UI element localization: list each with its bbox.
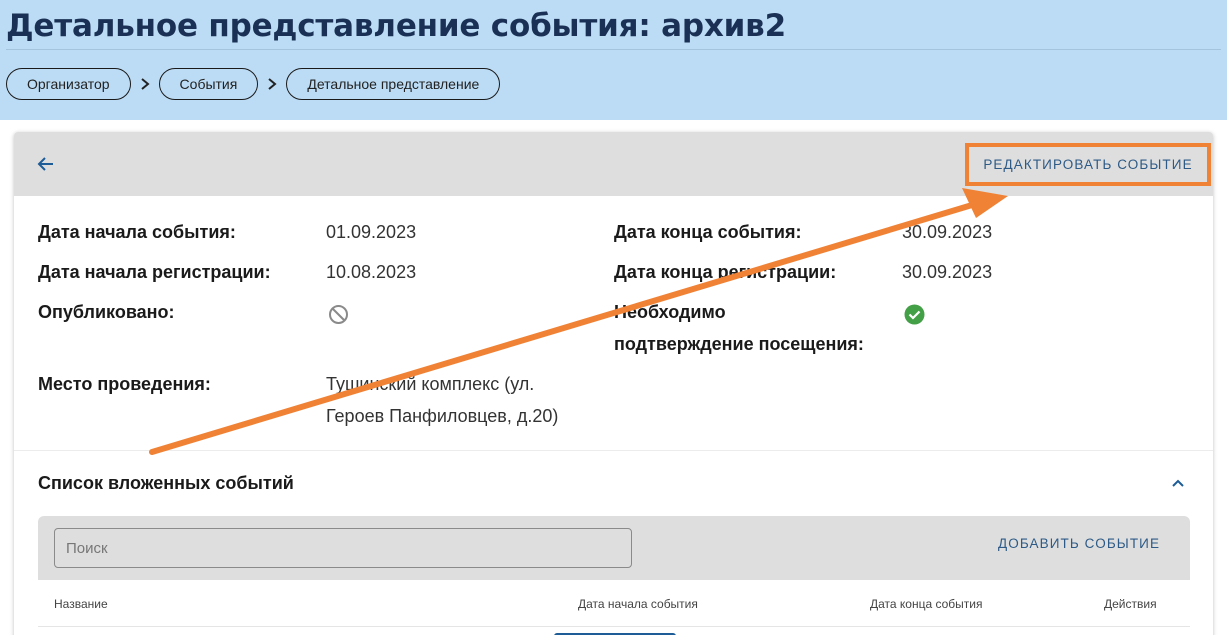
breadcrumb-events[interactable]: События (158, 68, 259, 100)
breadcrumb-organizer[interactable]: Организатор (6, 68, 131, 100)
column-header-start-date[interactable]: Дата начала события (578, 597, 698, 611)
chevron-right-icon (258, 77, 286, 91)
reg-end-label: Дата конца регистрации: (614, 262, 837, 282)
edit-event-button[interactable]: РЕДАКТИРОВАТЬ СОБЫТИЕ (965, 143, 1211, 186)
section-divider (14, 450, 1213, 451)
page-header: Детальное представление события: архив2 … (0, 0, 1227, 120)
add-event-button[interactable]: ДОБАВИТЬ СОБЫТИЕ (998, 536, 1160, 551)
column-header-end-date[interactable]: Дата конца события (870, 597, 982, 611)
event-detail-card: РЕДАКТИРОВАТЬ СОБЫТИЕ Дата начала событи… (14, 132, 1213, 635)
venue-value-line2: Героев Панфиловцев, д.20) (326, 406, 559, 426)
chevron-right-icon (131, 77, 159, 91)
breadcrumb-detail-view[interactable]: Детальное представление (286, 68, 501, 100)
chevron-up-icon[interactable] (1168, 473, 1188, 493)
arrow-left-icon[interactable] (34, 152, 58, 176)
breadcrumb: Организатор События Детальное представле… (6, 68, 501, 100)
confirm-attendance-label-line2: подтверждение посещения: (614, 334, 864, 354)
nested-events-title: Список вложенных событий (38, 473, 294, 493)
reg-end-value: 30.09.2023 (902, 262, 993, 282)
column-header-name[interactable]: Название (54, 597, 108, 611)
start-date-label: Дата начала события: (38, 222, 236, 242)
table-divider (38, 626, 1190, 627)
blocked-icon (329, 305, 348, 324)
nested-toolbar: ДОБАВИТЬ СОБЫТИЕ (38, 516, 1190, 580)
card-toolbar: РЕДАКТИРОВАТЬ СОБЫТИЕ (14, 132, 1213, 196)
published-label: Опубликовано: (38, 302, 175, 322)
end-date-label: Дата конца события: (614, 222, 802, 242)
search-input[interactable] (54, 528, 632, 568)
page-title: Детальное представление события: архив2 (6, 8, 786, 44)
reg-start-value: 10.08.2023 (326, 262, 417, 282)
column-header-actions: Действия (1104, 597, 1157, 611)
venue-label: Место проведения: (38, 374, 211, 394)
check-circle-icon (904, 304, 925, 325)
end-date-value: 30.09.2023 (902, 222, 993, 242)
venue-value-line1: Тушинский комплекс (ул. (326, 374, 535, 394)
confirm-attendance-label-line1: Необходимо (614, 302, 726, 322)
header-divider (6, 49, 1221, 50)
reg-start-label: Дата начала регистрации: (38, 262, 271, 282)
start-date-value: 01.09.2023 (326, 222, 417, 242)
nested-events-table: ДОБАВИТЬ СОБЫТИЕ Название Дата начала со… (38, 516, 1190, 635)
